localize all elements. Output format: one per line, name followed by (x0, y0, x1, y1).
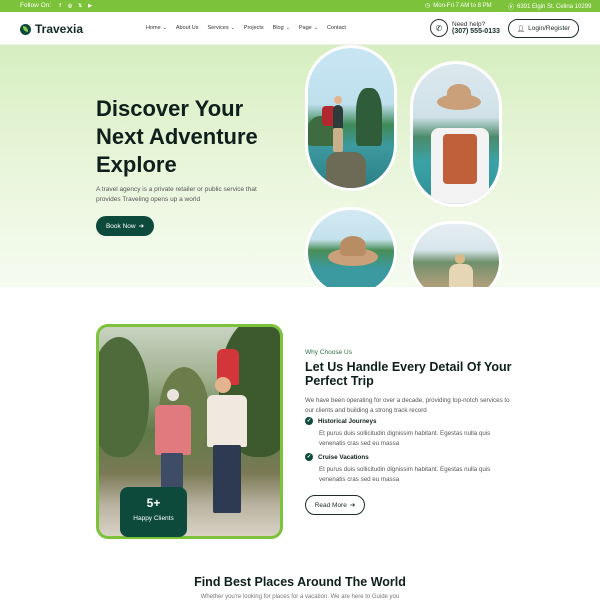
nav-item-about[interactable]: About Us (176, 25, 199, 31)
why-eyebrow: Why Choose Us (305, 349, 352, 356)
help-phone[interactable]: (307) 555-0133 (452, 28, 500, 35)
woman-beanie (167, 389, 179, 401)
woman-pink-jacket (155, 405, 191, 455)
nav-item-page[interactable]: Page ⌄ (299, 25, 318, 31)
hero-image-woman-landscape (410, 221, 502, 287)
login-register-button[interactable]: 👤︎ Login/Register (508, 19, 579, 38)
youtube-icon[interactable]: ▶ (87, 3, 93, 9)
chevron-down-icon: ⌄ (285, 25, 290, 31)
feature-title: Cruise Vacations (318, 453, 369, 461)
hero-image-traveler-hat (410, 61, 502, 207)
hiker-body (333, 105, 343, 129)
hero-image-hat-lake (305, 207, 397, 287)
brown-backpack (443, 134, 477, 184)
nav-item-blog[interactable]: Blog ⌄ (273, 25, 290, 31)
feature-cruise-vacations: ✓ Cruise Vacations Et purus duis sollicit… (305, 453, 515, 485)
chevron-down-icon: ⌄ (162, 25, 167, 31)
hat-crown (447, 84, 471, 102)
follow-label: Follow On: (20, 2, 52, 9)
user-icon: 👤︎ (516, 25, 526, 33)
nav-item-services[interactable]: Services ⌄ (208, 25, 235, 31)
logo[interactable]: Travexia (20, 22, 83, 36)
man-jeans (213, 445, 241, 513)
man-head (215, 377, 231, 393)
feature-historical-journeys: ✓ Historical Journeys Et purus duis solli… (305, 417, 515, 449)
clients-label: Happy Clients (133, 515, 174, 522)
nav-item-projects[interactable]: Projects (244, 25, 264, 31)
nav-item-contact[interactable]: Contact (327, 25, 346, 31)
hero-image-hiker-rock (305, 45, 397, 191)
why-description: We have been operating for over a decade… (305, 397, 510, 414)
hero-section: Discover Your Next Adventure Explore A t… (0, 45, 600, 287)
places-title: Find Best Places Around The World (194, 575, 406, 589)
address-info: ⦿ 6391 Elgin St. Celina 10299 (508, 2, 592, 12)
rock-ground (326, 152, 366, 188)
help-label: Need help? (452, 21, 486, 28)
feature-text: Et purus duis sollicitudin dignissim hab… (319, 430, 491, 447)
follow-on: Follow On: f ◎ 𝕏 ▶ (20, 2, 93, 9)
nav-item-home[interactable]: Home ⌄ (146, 25, 167, 31)
instagram-icon[interactable]: ◎ (67, 3, 73, 9)
top-bar: Follow On: f ◎ 𝕏 ▶ ◷ Mon-Fri 7 AM to 8 P… (0, 0, 600, 12)
woman-body (449, 264, 473, 287)
man-sweater (207, 395, 247, 447)
logo-leaf-icon (20, 23, 31, 35)
hours-info: ◷ Mon-Fri 7 AM to 8 PM (425, 2, 492, 10)
hiker-head (334, 96, 342, 104)
clock-icon: ◷ (425, 3, 431, 9)
chevron-down-icon: ⌄ (313, 25, 318, 31)
hiker-legs (333, 128, 343, 152)
arrow-right-icon: ➜ (138, 223, 145, 230)
feature-text: Et purus duis sollicitudin dignissim hab… (319, 466, 491, 483)
book-now-button[interactable]: Book Now ➜ (96, 216, 154, 236)
address-text: 6391 Elgin St. Celina 10299 (517, 3, 592, 10)
hero-description: A travel agency is a private retailer or… (96, 186, 257, 203)
location-pin-icon: ⦿ (508, 5, 515, 11)
why-title: Let Us Handle Every Detail Of Your Perfe… (305, 360, 512, 388)
facebook-icon[interactable]: f (57, 3, 63, 9)
hat-crown (340, 236, 366, 256)
check-circle-icon: ✓ (305, 417, 313, 425)
site-header: Travexia Home ⌄ About Us Services ⌄ Projec… (0, 12, 600, 45)
happy-clients-card: 5+ Happy Clients (120, 487, 187, 537)
hero-title: Discover Your Next Adventure Explore (96, 96, 258, 177)
hours-text: Mon-Fri 7 AM to 8 PM (433, 2, 492, 9)
clients-count: 5+ (146, 496, 161, 510)
help-contact[interactable]: ✆ Need help? (307) 555-0133 (430, 19, 500, 37)
x-icon[interactable]: 𝕏 (77, 3, 83, 9)
chevron-down-icon: ⌄ (230, 25, 235, 31)
sea-rock (356, 88, 382, 146)
tree (99, 337, 149, 457)
read-more-button[interactable]: Read More ➜ (305, 495, 365, 515)
logo-text: Travexia (35, 22, 84, 36)
woman-head (455, 254, 465, 264)
feature-title: Historical Journeys (318, 417, 377, 425)
arrow-right-icon: ➜ (349, 502, 356, 509)
places-subtitle: Whether you're looking for places for a … (200, 594, 400, 600)
main-nav: Home ⌄ About Us Services ⌄ Projects Blog ⌄ … (146, 25, 346, 31)
chat-phone-icon: ✆ (430, 19, 448, 37)
check-circle-icon: ✓ (305, 453, 313, 461)
